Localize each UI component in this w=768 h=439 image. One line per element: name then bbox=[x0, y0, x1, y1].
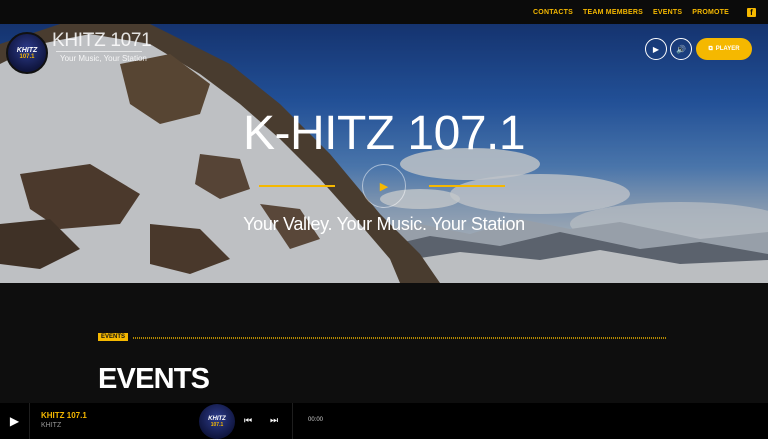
top-bar: CONTACTS TEAM MEMBERS EVENTS PROMOTE f bbox=[0, 0, 768, 24]
main-nav: CONTACTS TEAM MEMBERS EVENTS PROMOTE f bbox=[533, 0, 756, 24]
now-playing-artist: KHITZ bbox=[41, 422, 62, 429]
brand-divider bbox=[56, 51, 142, 52]
brand-tagline: Your Music, Your Station bbox=[60, 54, 147, 63]
hero-subtitle: Your Valley. Your Music. Your Station bbox=[243, 214, 525, 234]
player-bar: ▶ KHITZ 107.1 KHITZ KHITZ 107.1 ⏮ ⏭ 00:0… bbox=[0, 403, 768, 439]
events-heading: EVENTS bbox=[98, 363, 210, 395]
events-tag: EVENTS bbox=[98, 333, 129, 341]
volume-button[interactable]: 🔊 bbox=[670, 38, 692, 60]
player-button-label: PLAYER bbox=[715, 46, 740, 52]
header-play-button[interactable]: ▶ bbox=[645, 38, 667, 60]
volume-icon: 🔊 bbox=[676, 44, 686, 54]
previous-track-icon[interactable]: ⏮ bbox=[244, 415, 252, 426]
facebook-icon[interactable]: f bbox=[747, 7, 756, 17]
events-divider bbox=[133, 337, 667, 339]
player-bar-divider bbox=[292, 403, 293, 439]
player-button[interactable]: ⧉ PLAYER bbox=[696, 38, 752, 60]
station-logo[interactable]: KHITZ 107.1 bbox=[6, 32, 48, 74]
album-art: KHITZ 107.1 bbox=[199, 404, 235, 439]
nav-contacts[interactable]: CONTACTS bbox=[533, 9, 573, 16]
album-art-frequency: 107.1 bbox=[210, 421, 224, 428]
play-icon: ▶ bbox=[9, 414, 20, 428]
hero-left-divider bbox=[259, 185, 335, 187]
external-link-icon: ⧉ bbox=[708, 45, 713, 52]
logo-frequency: 107.1 bbox=[19, 53, 35, 60]
hero-right-divider bbox=[429, 185, 505, 187]
playback-time: 00:00 bbox=[308, 417, 324, 423]
logo-text: KHITZ bbox=[16, 46, 38, 54]
player-bar-play-button[interactable]: ▶ bbox=[0, 403, 30, 439]
hero-banner: KHITZ 107.1 KHITZ 1071 Your Music, Your … bbox=[0, 24, 768, 283]
events-section: EVENTS EVENTS bbox=[0, 283, 768, 403]
nav-promote[interactable]: PROMOTE bbox=[692, 9, 729, 16]
now-playing-station: KHITZ 107.1 bbox=[41, 411, 87, 420]
next-track-icon[interactable]: ⏭ bbox=[270, 415, 278, 426]
brand-name[interactable]: KHITZ 1071 bbox=[52, 30, 152, 52]
nav-team-members[interactable]: TEAM MEMBERS bbox=[583, 9, 643, 16]
hero-play-button[interactable]: ▶ bbox=[362, 164, 406, 208]
play-icon: ▶ bbox=[652, 44, 660, 54]
hero-title: K-HITZ 107.1 bbox=[242, 107, 526, 160]
play-icon: ▶ bbox=[379, 180, 389, 193]
nav-events[interactable]: EVENTS bbox=[653, 9, 682, 16]
